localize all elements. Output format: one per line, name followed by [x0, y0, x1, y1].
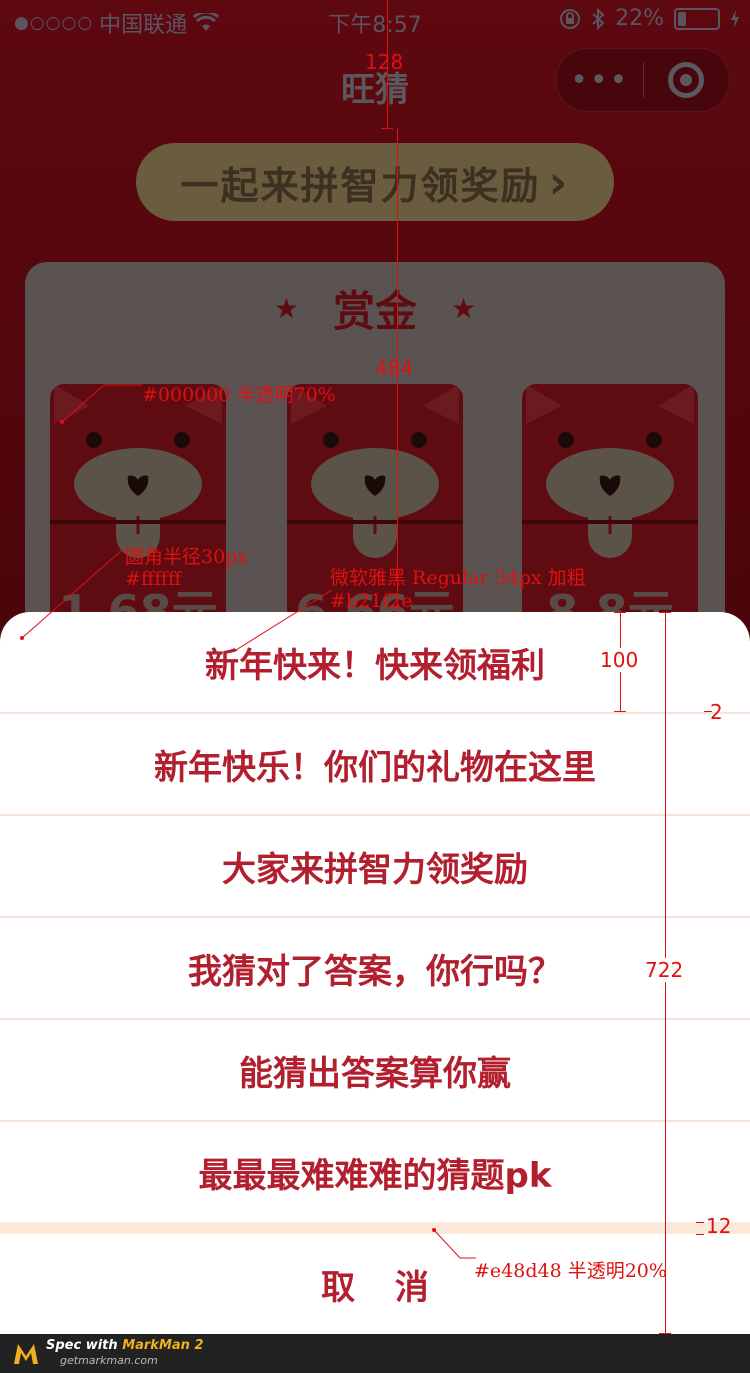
rotation-lock-icon	[560, 8, 581, 29]
note-overlay-color: #000000 半透明70%	[142, 384, 336, 406]
invite-banner-label: 一起来拼智力领奖励	[180, 163, 541, 208]
charging-icon	[731, 9, 739, 28]
note-font-color: #b21f2e	[330, 590, 413, 612]
markman-footer: Spec with MarkMan 2 getmarkman.com	[0, 1334, 750, 1373]
footer-site: getmarkman.com	[60, 1354, 158, 1367]
status-bar: ●○○○○ 中国联通 下午8:57 22%	[0, 0, 750, 40]
note-font-spec: 微软雅黑 Regular 34px 加粗	[330, 567, 586, 589]
close-ring-icon	[668, 62, 705, 98]
dim-tick	[704, 711, 712, 712]
sheet-option[interactable]: 新年快乐！你们的礼物在这里	[0, 714, 750, 814]
leader-line	[235, 589, 333, 651]
dim-tick	[381, 128, 393, 129]
dim-label-128: 128	[365, 50, 404, 74]
battery-fill	[678, 11, 687, 26]
status-right: 22%	[559, 6, 740, 31]
dog-face-icon	[522, 384, 698, 558]
dim-tick	[659, 612, 671, 613]
battery-percent: 22%	[615, 6, 664, 31]
sheet-option[interactable]: 大家来拼智力领奖励	[0, 816, 750, 916]
leader-line	[20, 549, 123, 640]
markman-logo-icon	[14, 1344, 38, 1364]
footer-brand: MarkMan 2	[122, 1338, 204, 1353]
footer-spec-text: Spec with MarkMan 2	[46, 1338, 204, 1353]
dim-tick	[614, 711, 626, 712]
cancel-button[interactable]: 取 消	[0, 1234, 750, 1334]
note-gap-color: #e48d48 半透明20%	[474, 1260, 667, 1282]
sheet-option[interactable]: 最最最难难难的猜题pk	[0, 1122, 750, 1222]
mini-program-screen: ●○○○○ 中国联通 下午8:57 22% 旺猜 ••• 一起来拼智力领奖励 ›…	[0, 0, 750, 1373]
footer-spec-prefix: Spec with	[46, 1338, 123, 1353]
dim-label-484: 484	[375, 356, 414, 380]
mini-program-capsule: •••	[556, 48, 730, 112]
note-sheet-color: #ffffff	[125, 568, 182, 590]
sheet-option[interactable]: 我猜对了答案，你行吗？	[0, 918, 750, 1018]
leader-line	[432, 1228, 476, 1259]
sheet-option[interactable]: 能猜出答案算你赢	[0, 1020, 750, 1120]
dim-label-722: 722	[645, 958, 684, 982]
leader-line	[60, 384, 142, 424]
reward-panel-title: 赏金	[332, 287, 417, 336]
dim-label-100: 100	[600, 648, 639, 672]
note-corner-radius: 圆角半径30px	[125, 546, 249, 568]
battery-icon	[674, 7, 720, 30]
dim-tick	[696, 1234, 704, 1235]
more-button[interactable]: •••	[557, 63, 643, 98]
star-icon: ★	[273, 292, 299, 325]
share-action-sheet: 新年快来！快来领福利 新年快乐！你们的礼物在这里 大家来拼智力领奖励 我猜对了答…	[0, 612, 750, 1334]
dim-label-2: 2	[710, 700, 723, 724]
star-icon: ★	[451, 292, 477, 325]
dim-tick	[696, 1222, 704, 1223]
dim-tick	[614, 612, 626, 613]
dog-face-icon	[287, 384, 463, 558]
chevron-right-icon: ›	[548, 155, 570, 209]
bluetooth-icon	[592, 7, 605, 30]
close-button[interactable]	[644, 62, 730, 98]
invite-banner-button[interactable]: 一起来拼智力领奖励 ›	[136, 143, 614, 221]
dim-label-12: 12	[706, 1214, 732, 1238]
reward-panel-header: ★ 赏金 ★	[25, 278, 725, 339]
sheet-cancel-gap	[0, 1222, 750, 1234]
